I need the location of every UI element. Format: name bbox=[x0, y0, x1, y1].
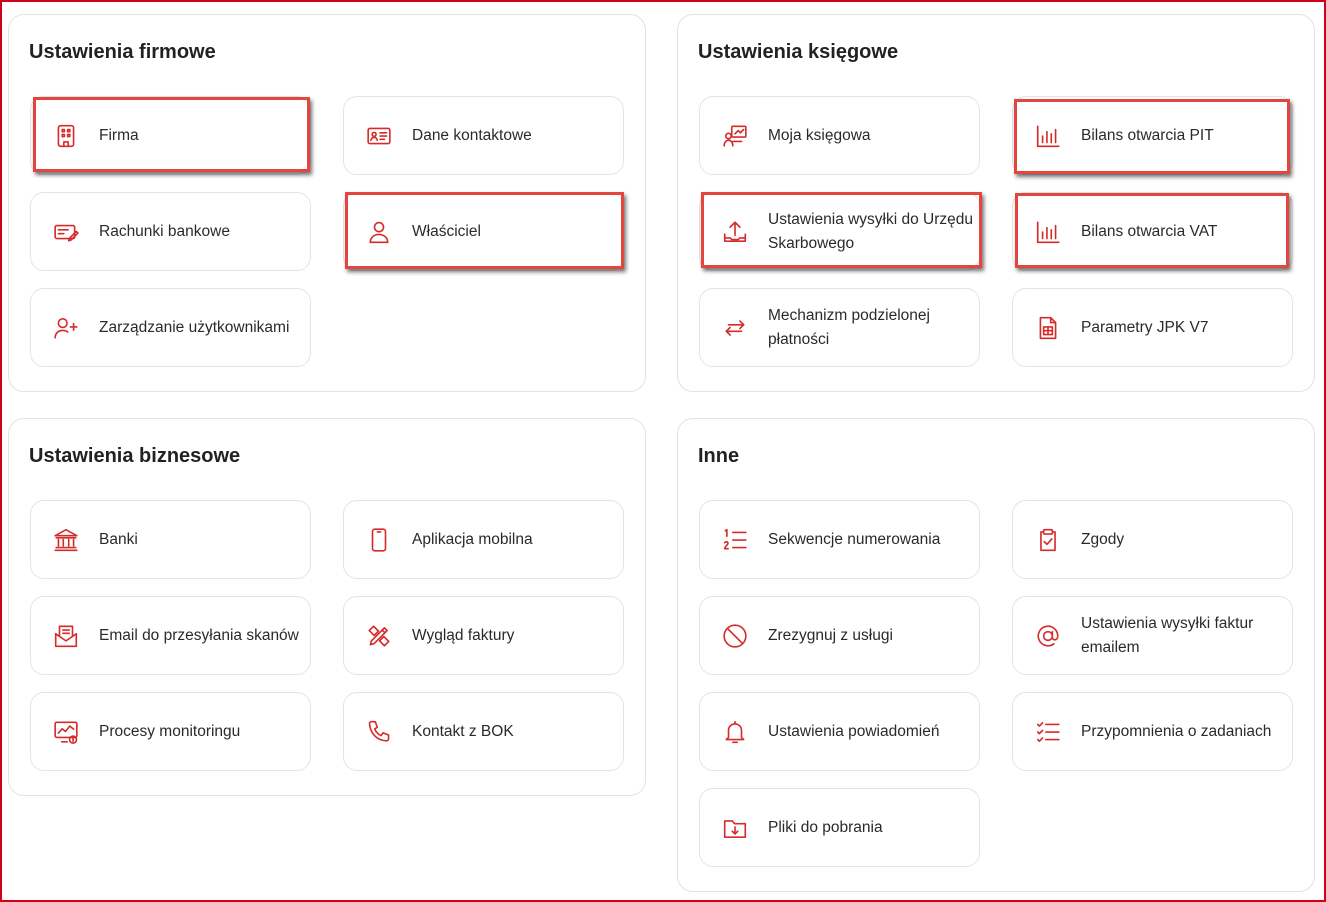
monitoring-icon bbox=[53, 719, 79, 745]
cancel-icon bbox=[722, 623, 748, 649]
tile-moja-ksiegowa[interactable]: Moja księgowa bbox=[699, 96, 980, 175]
tile-wysylka-urzad-skarbowy[interactable]: Ustawienia wysyłki do Urzędu Skarbowego bbox=[699, 192, 980, 271]
tile-label: Ustawienia powiadomień bbox=[768, 722, 940, 740]
numbered-list-icon bbox=[722, 527, 748, 553]
download-folder-icon bbox=[722, 815, 748, 841]
tile-label: Bilans otwarcia VAT bbox=[1081, 222, 1218, 240]
tile-zgody[interactable]: Zgody bbox=[1012, 500, 1293, 579]
tile-label: Rachunki bankowe bbox=[99, 222, 230, 240]
tile-label: Parametry JPK V7 bbox=[1081, 318, 1209, 336]
checklist-icon bbox=[1035, 719, 1061, 745]
clipboard-check-icon bbox=[1035, 527, 1061, 553]
section-title: Inne bbox=[698, 445, 740, 467]
tile-wysylka-faktur-emailem[interactable]: Ustawienia wysyłki faktur emailem bbox=[1012, 596, 1293, 675]
tile-label: Zgody bbox=[1081, 530, 1125, 548]
tile-label: Zrezygnuj z usługi bbox=[768, 626, 893, 644]
tile-zrezygnuj-z-uslugi[interactable]: Zrezygnuj z usługi bbox=[699, 596, 980, 675]
tile-label: Przypomnienia o zadaniach bbox=[1081, 722, 1272, 740]
phone-icon bbox=[366, 719, 392, 745]
tile-przypomnienia-o-zadaniach[interactable]: Przypomnienia o zadaniach bbox=[1012, 692, 1293, 771]
spreadsheet-doc-icon bbox=[1035, 315, 1061, 341]
tile-label: Ustawienia wysyłki faktur emailem bbox=[1081, 614, 1254, 656]
section-title: Ustawienia firmowe bbox=[29, 41, 216, 63]
tile-bilans-otwarcia-pit[interactable]: Bilans otwarcia PIT bbox=[1012, 96, 1293, 175]
tile-label: Dane kontaktowe bbox=[412, 126, 532, 144]
tile-label: Procesy monitoringu bbox=[99, 722, 241, 740]
bank-icon bbox=[53, 527, 79, 553]
section-title: Ustawienia biznesowe bbox=[29, 445, 241, 467]
tile-firma[interactable]: Firma bbox=[30, 96, 311, 175]
tile-label: Wygląd faktury bbox=[412, 626, 515, 644]
tile-label: Aplikacja mobilna bbox=[412, 530, 533, 548]
tile-label: Pliki do pobrania bbox=[768, 818, 883, 836]
tile-zarzadzanie-uzytkownikami[interactable]: Zarządzanie użytkownikami bbox=[30, 288, 311, 367]
tile-banki[interactable]: Banki bbox=[30, 500, 311, 579]
section-title: Ustawienia księgowe bbox=[698, 41, 899, 63]
tile-label: Banki bbox=[99, 530, 138, 548]
tile-label: Moja księgowa bbox=[768, 126, 871, 144]
mail-scan-icon bbox=[53, 623, 79, 649]
tile-wyglad-faktury[interactable]: Wygląd faktury bbox=[343, 596, 624, 675]
tile-label: Ustawienia wysyłki do Urzędu Skarbowego bbox=[768, 210, 974, 252]
section-business-settings: Ustawienia biznesowe Banki Aplikacja mob… bbox=[8, 418, 646, 796]
bank-account-icon bbox=[53, 219, 79, 245]
at-sign-icon bbox=[1035, 623, 1061, 649]
add-user-icon bbox=[53, 315, 79, 341]
tile-ustawienia-powiadomien[interactable]: Ustawienia powiadomień bbox=[699, 692, 980, 771]
tile-bilans-otwarcia-vat[interactable]: Bilans otwarcia VAT bbox=[1012, 192, 1293, 271]
tile-mechanizm-podzielonej-platnosci[interactable]: Mechanizm podzielonej płatności bbox=[699, 288, 980, 367]
smartphone-icon bbox=[366, 527, 392, 553]
contact-card-icon bbox=[366, 123, 392, 149]
tile-label: Firma bbox=[99, 126, 139, 144]
tile-rachunki-bankowe[interactable]: Rachunki bankowe bbox=[30, 192, 311, 271]
tile-procesy-monitoringu[interactable]: Procesy monitoringu bbox=[30, 692, 311, 771]
tile-label: Mechanizm podzielonej płatności bbox=[768, 306, 930, 348]
bar-chart-icon bbox=[1035, 123, 1061, 149]
tile-parametry-jpk-v7[interactable]: Parametry JPK V7 bbox=[1012, 288, 1293, 367]
tile-kontakt-z-bok[interactable]: Kontakt z BOK bbox=[343, 692, 624, 771]
section-company-settings: Ustawienia firmowe Firma Dane kontaktowe… bbox=[8, 14, 646, 392]
tile-label: Właściciel bbox=[412, 222, 481, 240]
upload-icon bbox=[722, 219, 748, 245]
bar-chart-icon bbox=[1035, 219, 1061, 245]
user-icon bbox=[366, 219, 392, 245]
design-tools-icon bbox=[366, 623, 392, 649]
tile-dane-kontaktowe[interactable]: Dane kontaktowe bbox=[343, 96, 624, 175]
tile-sekwencje-numerowania[interactable]: Sekwencje numerowania bbox=[699, 500, 980, 579]
tile-label: Kontakt z BOK bbox=[412, 722, 514, 740]
bell-icon bbox=[722, 719, 748, 745]
section-other: Inne Sekwencje numerowania Zgody Zrezygn… bbox=[677, 418, 1315, 892]
tile-label: Zarządzanie użytkownikami bbox=[99, 318, 290, 336]
tile-label: Bilans otwarcia PIT bbox=[1081, 126, 1214, 144]
building-icon bbox=[53, 123, 79, 149]
tile-wlasciciel[interactable]: Właściciel bbox=[343, 192, 624, 271]
section-accounting-settings: Ustawienia księgowe Moja księgowa Bilans… bbox=[677, 14, 1315, 392]
tile-label: Sekwencje numerowania bbox=[768, 530, 941, 548]
tile-label: Email do przesyłania skanów bbox=[99, 626, 299, 644]
accountant-icon bbox=[722, 123, 748, 149]
split-arrows-icon bbox=[722, 315, 748, 341]
tile-email-skany[interactable]: Email do przesyłania skanów bbox=[30, 596, 311, 675]
tile-aplikacja-mobilna[interactable]: Aplikacja mobilna bbox=[343, 500, 624, 579]
tile-pliki-do-pobrania[interactable]: Pliki do pobrania bbox=[699, 788, 980, 867]
